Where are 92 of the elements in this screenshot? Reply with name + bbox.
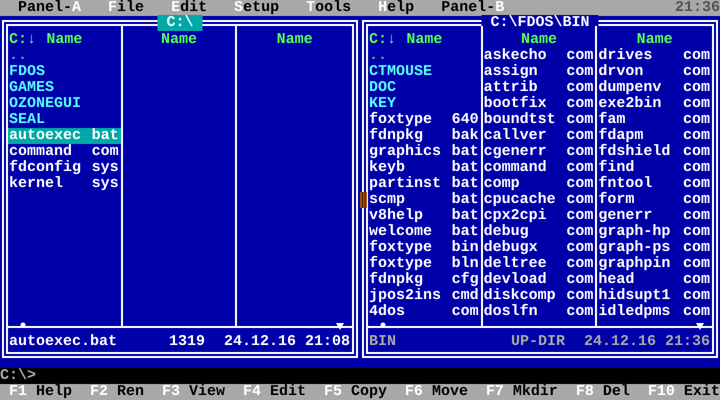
folder-entry[interactable]: SEAL: [8, 112, 121, 128]
menu-item[interactable]: File: [108, 0, 144, 16]
menu-item[interactable]: Panel-B: [441, 0, 504, 16]
listing-entry[interactable]: devload com: [482, 272, 596, 288]
function-key-button[interactable]: F10 Exit: [648, 384, 720, 400]
mouse-cursor-icon: [360, 192, 367, 208]
listing-entry[interactable]: foxtype 640: [368, 112, 481, 128]
listing-entry[interactable]: graph-hp com: [597, 224, 712, 240]
menu-item[interactable]: Edit: [171, 0, 208, 16]
function-key-button[interactable]: F6 Move: [404, 384, 468, 400]
listing-entry[interactable]: askecho com: [482, 48, 596, 64]
listing-entry[interactable]: generr com: [597, 208, 712, 224]
menu-item[interactable]: Setup: [234, 0, 280, 16]
function-key-button[interactable]: F3 View: [162, 384, 225, 400]
listing-entry[interactable]: cpucache com: [482, 192, 596, 208]
function-key-button[interactable]: F5 Copy: [324, 384, 387, 400]
menu-item[interactable]: Help: [378, 0, 414, 16]
date-text: 24.12.16 21:08: [222, 334, 350, 350]
listing-entry[interactable]: diskcomp com: [482, 288, 596, 304]
listing-entry[interactable]: exe2bin com: [597, 96, 712, 112]
listing-entry[interactable]: find com: [597, 160, 712, 176]
listing-entry[interactable]: form com: [597, 192, 712, 208]
listing-entry[interactable]: 4dos com: [368, 304, 481, 320]
listing-entry[interactable]: drvon com: [597, 64, 712, 80]
listing-entry[interactable]: command com: [8, 144, 121, 160]
listing-entry[interactable]: fdnpkg bak: [368, 128, 481, 144]
clock: 21:36: [674, 0, 720, 16]
function-key-button[interactable]: F1 Help: [9, 384, 72, 400]
folder-entry[interactable]: GAMES: [8, 80, 121, 96]
column-header: Name: [406, 32, 442, 48]
listing-entry[interactable]: cgenerr com: [482, 144, 596, 160]
listing-entry[interactable]: fdapm com: [597, 128, 712, 144]
listing-entry[interactable]: graphpin com: [597, 256, 712, 272]
function-key-button[interactable]: F2 Ren: [90, 384, 144, 400]
parent-folder-entry[interactable]: ..: [8, 48, 121, 64]
listing-entry[interactable]: bootfix com: [482, 96, 596, 112]
column-header: Name: [46, 32, 82, 48]
function-key-button[interactable]: F7 Mkdir: [486, 384, 558, 400]
listing-entry[interactable]: scmp bat: [368, 192, 481, 208]
listing-entry[interactable]: debug com: [482, 224, 596, 240]
current-name-text: BIN: [369, 334, 398, 350]
listing-entry[interactable]: doslfn com: [482, 304, 596, 320]
folder-entry[interactable]: OZONEGUI: [8, 96, 121, 112]
menu-item[interactable]: Tools: [306, 0, 352, 16]
listing-entry[interactable]: foxtype bin: [368, 240, 481, 256]
listing-entry[interactable]: attrib com: [482, 80, 596, 96]
panel-title: C:\: [158, 15, 202, 31]
listing-entry[interactable]: foxtype bln: [368, 256, 481, 272]
listing-entry[interactable]: cpx2cpi com: [482, 208, 596, 224]
size-text: UP-DIR: [510, 334, 565, 350]
listing-entry[interactable]: fdconfig sys: [8, 160, 121, 176]
column-header: Name: [636, 32, 673, 48]
listing-entry[interactable]: welcome bat: [368, 224, 481, 240]
listing-entry[interactable]: assign com: [482, 64, 596, 80]
listing-entry[interactable]: hidsupt1 com: [597, 288, 712, 304]
listing-entry[interactable]: partinst bat: [368, 176, 481, 192]
listing-entry[interactable]: fam com: [597, 112, 712, 128]
listing-entry[interactable]: comp com: [482, 176, 596, 192]
folder-entry[interactable]: CTMOUSE: [368, 64, 481, 80]
column-header: Name: [276, 32, 313, 48]
menu-item[interactable]: Panel-A: [18, 0, 82, 16]
listing-entry[interactable]: callver com: [482, 128, 596, 144]
column-header: Name: [160, 32, 197, 48]
listing-entry[interactable]: kernel sys: [8, 176, 121, 192]
date-text: 24.12.16 21:36: [582, 334, 710, 350]
listing-entry[interactable]: graphics bat: [368, 144, 481, 160]
folder-entry[interactable]: KEY: [368, 96, 481, 112]
listing-entry[interactable]: boundtst com: [482, 112, 596, 128]
sort-indicator: C:↓: [9, 32, 36, 48]
column-header: Name: [520, 32, 557, 48]
folder-entry[interactable]: DOC: [368, 80, 481, 96]
listing-entry[interactable]: deltree com: [482, 256, 596, 272]
function-key-button[interactable]: F8 Del: [576, 384, 630, 400]
listing-entry[interactable]: jpos2ins cmd: [368, 288, 481, 304]
listing-entry[interactable]: graph-ps com: [597, 240, 712, 256]
listing-entry[interactable]: debugx com: [482, 240, 596, 256]
listing-entry[interactable]: drives com: [597, 48, 712, 64]
listing-entry[interactable]: fntool com: [597, 176, 712, 192]
size-text: 1319: [168, 334, 205, 350]
listing-entry[interactable]: fdshield com: [597, 144, 712, 160]
folder-entry[interactable]: FDOS: [8, 64, 121, 80]
parent-folder-entry[interactable]: ..: [368, 48, 481, 64]
listing-entry[interactable]: fdnpkg cfg: [368, 272, 481, 288]
listing-entry[interactable]: head com: [597, 272, 712, 288]
listing-entry[interactable]: v8help bat: [368, 208, 481, 224]
listing-entry[interactable]: command com: [482, 160, 596, 176]
current-name-text: autoexec.bat: [9, 334, 118, 350]
sort-indicator: C:↓: [369, 32, 396, 48]
function-key-button[interactable]: F4 Edit: [242, 384, 306, 400]
listing-entry[interactable]: keyb bat: [368, 160, 481, 176]
listing-entry[interactable]: dumpenv com: [597, 80, 712, 96]
listing-entry[interactable]: idledpms com: [597, 304, 712, 320]
